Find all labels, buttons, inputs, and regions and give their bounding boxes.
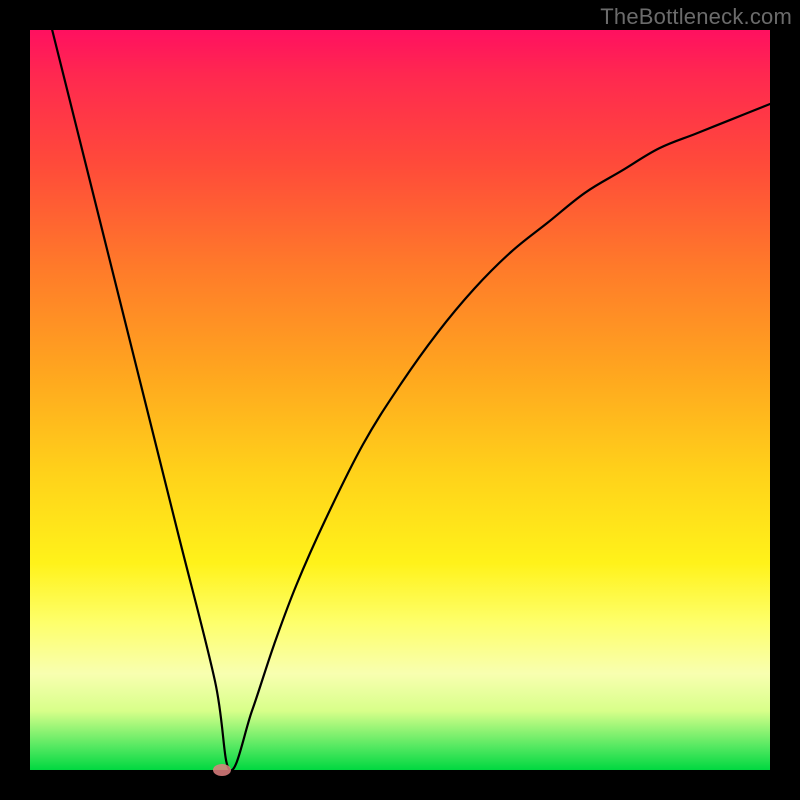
chart-frame: TheBottleneck.com (0, 0, 800, 800)
watermark-text: TheBottleneck.com (600, 4, 792, 30)
curve-layer (30, 30, 770, 770)
plot-area (30, 30, 770, 770)
bottleneck-curve (30, 0, 770, 770)
minimum-marker (213, 764, 231, 776)
